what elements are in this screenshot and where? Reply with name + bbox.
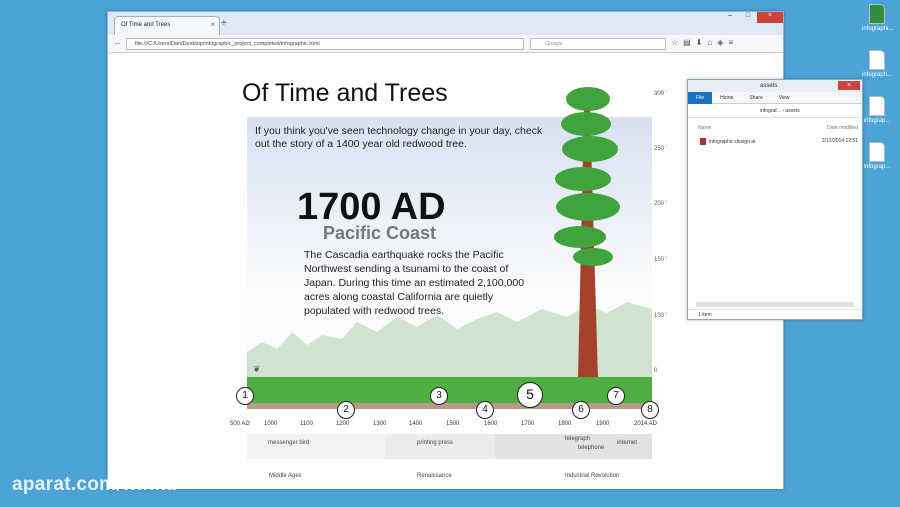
- page-title: Of Time and Trees: [242, 79, 448, 107]
- file-name: infographic-design.ai: [709, 138, 756, 145]
- grass-strip: [247, 377, 652, 403]
- y-axis-label: 150 ': [654, 257, 667, 263]
- close-tab-icon[interactable]: ×: [210, 20, 215, 29]
- browser-window: Of Time and Trees × + – □ × ← file:///C:/…: [107, 11, 784, 489]
- intro-text: If you think you've seen technology chan…: [255, 125, 543, 150]
- era-band-renaissance: [385, 434, 495, 459]
- year-tick: 1500: [446, 421, 460, 427]
- leaf-icon: ❦: [253, 364, 261, 374]
- col-date[interactable]: Date modified: [827, 125, 858, 131]
- year-tick: 1200: [336, 421, 350, 427]
- timeline-marker-6[interactable]: 6: [572, 401, 590, 419]
- timeline-marker-8[interactable]: 8: [641, 401, 659, 419]
- maximize-button[interactable]: □: [739, 12, 757, 23]
- timeline-marker-7[interactable]: 7: [607, 387, 625, 405]
- illustrator-file-icon: [700, 138, 706, 145]
- file-row[interactable]: infographic-design.ai 2/12/2014 12:51: [700, 138, 858, 145]
- status-bar: 1 item: [688, 309, 862, 319]
- year-tick: 1000: [264, 421, 278, 427]
- column-headers: Name Date modified: [698, 125, 858, 131]
- event-label: telephone: [578, 445, 605, 451]
- minimize-button[interactable]: –: [721, 12, 739, 23]
- horizontal-scrollbar[interactable]: [696, 302, 854, 307]
- new-tab-button[interactable]: +: [221, 18, 227, 29]
- year-tick: 1300: [373, 421, 387, 427]
- close-window-button[interactable]: ×: [757, 12, 783, 23]
- browser-tab[interactable]: Of Time and Trees ×: [114, 16, 220, 35]
- event-label: internet: [617, 440, 638, 446]
- close-explorer-button[interactable]: ×: [838, 81, 860, 90]
- file-icon: [869, 4, 885, 24]
- ribbon-tab-file[interactable]: File: [688, 91, 713, 104]
- event-label: telegraph: [565, 436, 591, 442]
- y-axis-label: 200 ': [654, 201, 667, 207]
- home-icon[interactable]: ⌂: [707, 38, 712, 47]
- file-icon: [869, 142, 885, 162]
- nav-bar: ← file:///C:/Users/Dan/Desktop/infograph…: [108, 35, 783, 53]
- ribbon-tab-home[interactable]: Home: [712, 95, 741, 101]
- year-tick: 2014 AD: [634, 421, 658, 427]
- y-axis-label: 100 ': [654, 313, 667, 319]
- timeline-marker-4[interactable]: 4: [476, 401, 494, 419]
- year-tick: 1400: [409, 421, 423, 427]
- back-icon[interactable]: ←: [114, 38, 122, 47]
- desktop-icon-2[interactable]: infograph...: [862, 50, 892, 78]
- file-icon: [869, 50, 885, 70]
- explorer-address[interactable]: infograf... › assets: [688, 104, 862, 118]
- desktop-icon-3[interactable]: infograp...: [862, 96, 892, 124]
- ribbon-tab-view[interactable]: View: [771, 95, 798, 101]
- address-bar[interactable]: file:///C:/Users/Dan/Desktop/infographic…: [126, 38, 524, 50]
- addon-icon[interactable]: ◈: [717, 38, 723, 47]
- menu-icon[interactable]: ≡: [728, 38, 733, 47]
- era-label: Industrial Revolution: [565, 473, 620, 479]
- year-tick: 1700: [521, 421, 535, 427]
- timeline-marker-3[interactable]: 3: [430, 387, 448, 405]
- desktop-icon-4[interactable]: infograp...: [862, 142, 892, 170]
- tab-title: Of Time and Trees: [121, 22, 171, 28]
- file-icon: [869, 96, 885, 116]
- search-input[interactable]: Google: [530, 38, 666, 50]
- bookmarks-icon[interactable]: ▤: [683, 38, 691, 47]
- star-icon[interactable]: ☆: [671, 38, 678, 47]
- ribbon-tab-share[interactable]: Share: [741, 95, 770, 101]
- desktop-icon-label: infograp...: [863, 118, 891, 124]
- y-axis-label: 0: [654, 368, 658, 374]
- redwood-tree: [554, 87, 620, 379]
- timeline-marker-5[interactable]: 5: [517, 382, 543, 408]
- tab-bar: Of Time and Trees × + – □ ×: [108, 12, 783, 35]
- event-label: messenger bird: [268, 440, 310, 446]
- explorer-title: assets: [760, 83, 778, 89]
- desktop-icon-label: infograp...: [863, 164, 891, 170]
- event-label: printing press: [417, 440, 454, 446]
- year-tick: 1600: [484, 421, 498, 427]
- explorer-titlebar: assets ×: [688, 80, 862, 92]
- era-label: Renaissance: [417, 473, 452, 479]
- col-name[interactable]: Name: [698, 125, 711, 131]
- timeline-marker-2[interactable]: 2: [337, 401, 355, 419]
- download-icon[interactable]: ⬇: [696, 38, 703, 47]
- y-axis-label: 300 ': [654, 91, 667, 97]
- timeline-bar: [247, 403, 652, 409]
- page-content: Of Time and Trees If you think you've se…: [108, 53, 783, 489]
- desktop-icon-label: infograph...: [862, 72, 893, 78]
- toolbar-icons: ☆ ▤ ⬇ ⌂ ◈ ≡: [671, 38, 733, 47]
- desktop-icon-1[interactable]: infographi...: [862, 4, 894, 32]
- window-controls: – □ ×: [721, 12, 783, 23]
- location-heading: Pacific Coast: [323, 223, 437, 243]
- watermark: aparat.com/winku: [12, 474, 178, 495]
- year-tick: 1100: [300, 421, 313, 427]
- year-tick: 1900: [596, 421, 610, 427]
- year-tick: 500 AD: [230, 421, 250, 427]
- explorer-ribbon: File Home Share View: [688, 91, 862, 104]
- desktop-icon-label: infographi...: [862, 26, 894, 32]
- year-tick: 1800: [558, 421, 572, 427]
- era-label: Middle Ages: [269, 473, 302, 479]
- event-description: The Cascadia earthquake rocks the Pacifi…: [304, 249, 525, 317]
- file-date: 2/12/2014 12:51: [821, 138, 858, 144]
- y-axis-label: 250 ': [654, 146, 667, 152]
- timeline-marker-1[interactable]: 1: [236, 387, 254, 405]
- file-explorer-window: assets × File Home Share View infograf...…: [687, 79, 863, 320]
- era-band-middle-ages: [247, 434, 385, 459]
